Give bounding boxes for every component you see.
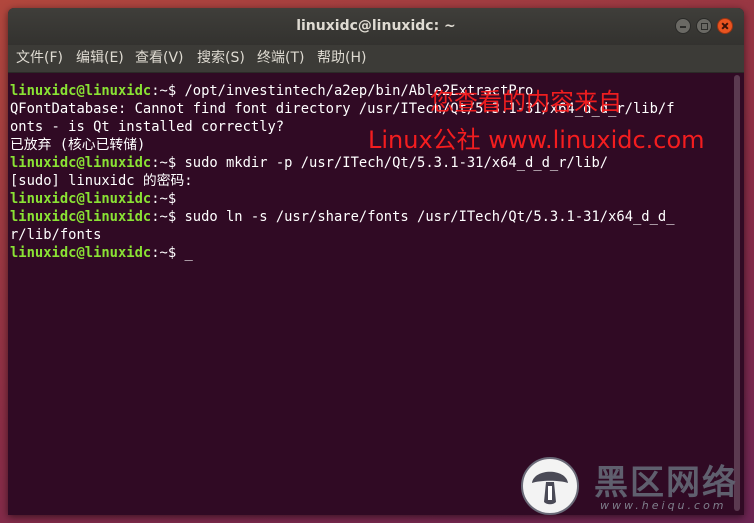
terminal-line: [sudo] linuxidc 的密码: <box>10 172 193 190</box>
terminal-line: onts - is Qt installed correctly? <box>10 118 284 136</box>
logo-url: www.heiqu.com <box>600 499 727 512</box>
terminal-line: linuxidc@linuxidc:~$ _ <box>10 244 193 262</box>
menu-bar: 文件(F) 编辑(E) 查看(V) 搜索(S) 终端(T) 帮助(H) <box>8 45 744 73</box>
prompt-path: :~$ <box>151 245 185 261</box>
terminal-cursor: _ <box>184 245 193 261</box>
output-text: [sudo] linuxidc 的密码: <box>10 173 193 189</box>
output-text: 已放弃 (核心已转储) <box>10 137 146 153</box>
prompt-user-host: linuxidc@linuxidc <box>10 245 152 261</box>
prompt-path: :~$ <box>151 209 185 225</box>
window-title: linuxidc@linuxidc: ~ <box>296 18 456 34</box>
maximize-icon[interactable] <box>696 18 712 34</box>
title-bar[interactable]: linuxidc@linuxidc: ~ <box>8 8 744 45</box>
menu-search[interactable]: 搜索(S) <box>197 45 245 72</box>
logo-name: 黑区网络 <box>594 463 738 503</box>
terminal-line: linuxidc@linuxidc:~$ <box>10 190 176 208</box>
scrollbar[interactable] <box>730 73 744 515</box>
menu-file[interactable]: 文件(F) <box>16 45 63 72</box>
watermark-source-text: 您查看的内容来自 <box>430 88 622 116</box>
prompt-path: :~$ <box>151 191 177 207</box>
prompt-path: :~$ <box>151 155 185 171</box>
terminal-line: 已放弃 (核心已转储) <box>10 136 145 154</box>
prompt-user-host: linuxidc@linuxidc <box>10 155 152 171</box>
terminal-line: linuxidc@linuxidc:~$ sudo mkdir -p /usr/… <box>10 154 608 172</box>
terminal-line: linuxidc@linuxidc:~$ sudo ln -s /usr/sha… <box>10 208 675 226</box>
output-text: onts - is Qt installed correctly? <box>10 119 285 135</box>
terminal-line: r/lib/fonts <box>10 226 101 244</box>
menu-terminal[interactable]: 终端(T) <box>257 45 304 72</box>
watermark-site-text: Linux公社 www.linuxidc.com <box>368 126 705 154</box>
menu-view[interactable]: 查看(V) <box>135 45 184 72</box>
close-icon[interactable] <box>717 18 733 34</box>
minimize-icon[interactable] <box>675 18 691 34</box>
menu-help[interactable]: 帮助(H) <box>317 45 366 72</box>
mushroom-logo-icon <box>521 457 579 515</box>
prompt-user-host: linuxidc@linuxidc <box>10 83 152 99</box>
command-text: sudo ln -s /usr/share/fonts /usr/ITech/Q… <box>184 209 675 225</box>
prompt-path: :~$ <box>151 83 185 99</box>
scrollbar-thumb[interactable] <box>734 75 740 511</box>
output-text: r/lib/fonts <box>10 227 102 243</box>
terminal-window: linuxidc@linuxidc: ~ 文件(F) 编辑(E) 查看(V) 搜… <box>8 8 744 515</box>
menu-edit[interactable]: 编辑(E) <box>76 45 124 72</box>
prompt-user-host: linuxidc@linuxidc <box>10 209 152 225</box>
prompt-user-host: linuxidc@linuxidc <box>10 191 152 207</box>
command-text: sudo mkdir -p /usr/ITech/Qt/5.3.1-31/x64… <box>184 155 609 171</box>
